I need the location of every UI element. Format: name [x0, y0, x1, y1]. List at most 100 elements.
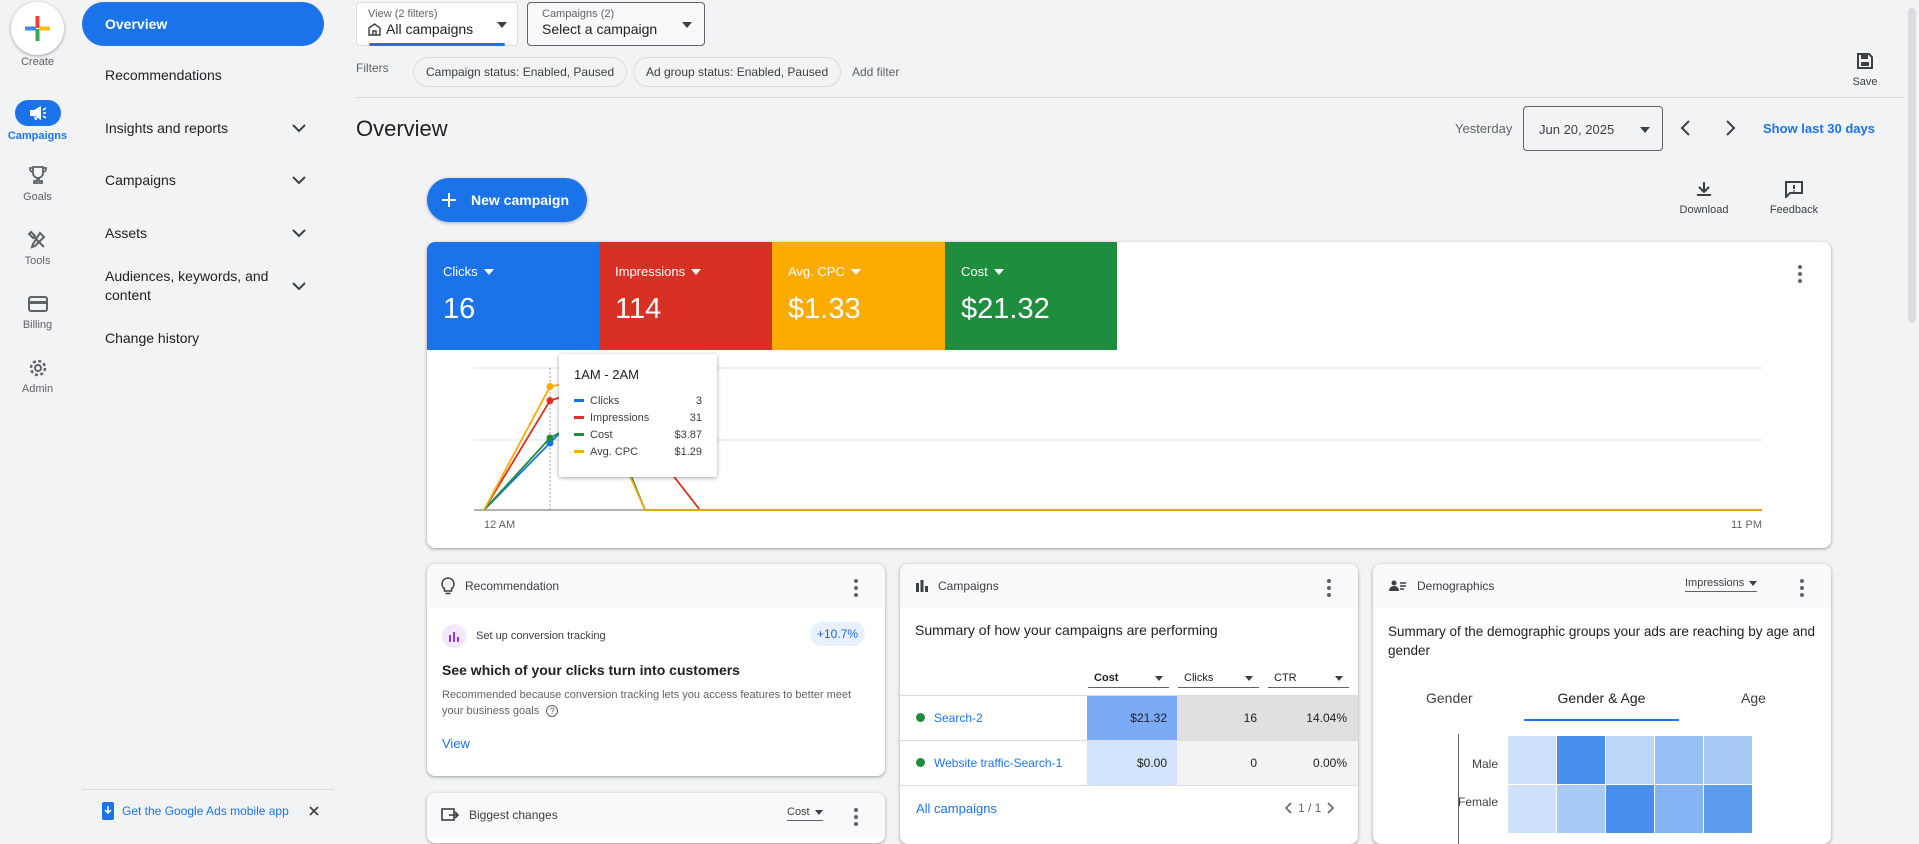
- download-icon: [1697, 182, 1711, 196]
- row-label-female: Female: [1458, 795, 1499, 809]
- filter-chip-ad-group-status[interactable]: Ad group status: Enabled, Paused: [633, 57, 842, 87]
- heatmap-cell[interactable]: [1606, 785, 1654, 833]
- feedback-button[interactable]: Feedback: [1762, 180, 1826, 216]
- show-last-30-days-link[interactable]: Show last 30 days: [1763, 121, 1875, 136]
- previous-period-button[interactable]: [1679, 119, 1693, 137]
- chart-tooltip: 1AM - 2AM Clicks 3 Impressions 31 Cost $3.87 A…: [559, 354, 717, 477]
- filters-label: Filters: [356, 61, 389, 75]
- rail-campaigns-label: Campaigns: [7, 130, 68, 142]
- date-picker[interactable]: Jun 20, 2025: [1523, 106, 1663, 151]
- table-row[interactable]: Search-2 $21.32 16 14.04%: [900, 696, 1358, 740]
- tab-gender-age[interactable]: Gender & Age: [1524, 690, 1679, 706]
- column-header-ctr[interactable]: CTR: [1268, 669, 1349, 688]
- save-button[interactable]: Save: [1844, 52, 1886, 88]
- nav-item-overview[interactable]: Overview: [82, 2, 324, 46]
- heatmap-cell[interactable]: [1557, 736, 1605, 784]
- metric-avg-cpc[interactable]: Avg. CPC $1.33: [772, 242, 945, 350]
- heatmap-cell[interactable]: [1704, 736, 1752, 784]
- recommendation-item: Set up conversion tracking: [476, 630, 606, 642]
- campaign-name-link[interactable]: Search-2: [934, 711, 983, 725]
- more-options-icon[interactable]: [1798, 265, 1802, 286]
- dropdown-arrow-icon: [814, 809, 823, 815]
- more-options-icon[interactable]: [854, 579, 858, 600]
- recommendation-body: Recommended because conversion tracking …: [442, 689, 852, 717]
- metric-clicks[interactable]: Clicks 16: [427, 242, 599, 350]
- plus-icon: [442, 193, 456, 207]
- rail-tools[interactable]: Tools: [0, 229, 75, 267]
- heatmap-cell[interactable]: [1557, 785, 1605, 833]
- rail-admin[interactable]: Admin: [0, 357, 75, 395]
- plus-icon: [25, 16, 50, 41]
- metric-label: Impressions: [615, 264, 686, 279]
- page-title: Overview: [356, 116, 448, 141]
- mobile-app-link[interactable]: Get the Google Ads mobile app: [122, 804, 289, 818]
- nav-item-insights[interactable]: Insights and reports: [82, 113, 324, 143]
- view-recommendation-link[interactable]: View: [442, 736, 470, 751]
- close-icon[interactable]: [309, 806, 319, 816]
- nav-item-change-history[interactable]: Change history: [82, 323, 324, 353]
- card-header: Recommendation: [465, 579, 560, 593]
- chevron-down-icon: [292, 176, 306, 185]
- rail-goals[interactable]: Goals: [0, 165, 75, 203]
- gear-icon: [29, 359, 46, 377]
- dropdown-arrow-icon: [1749, 580, 1758, 586]
- mobile-app-banner[interactable]: Get the Google Ads mobile app: [102, 802, 319, 820]
- help-icon[interactable]: ?: [546, 705, 559, 717]
- rail-campaigns[interactable]: Campaigns: [0, 100, 75, 142]
- dropdown-arrow-icon: [1245, 676, 1253, 681]
- tab-gender[interactable]: Gender: [1426, 690, 1473, 706]
- create-button[interactable]: [11, 2, 64, 55]
- rail-admin-label: Admin: [21, 383, 54, 395]
- chevron-left-icon[interactable]: [1284, 802, 1292, 814]
- tab-age[interactable]: Age: [1741, 690, 1766, 706]
- legend-swatch: [574, 399, 584, 402]
- nav-item-label: Campaigns: [105, 172, 176, 188]
- card-header: Demographics: [1417, 579, 1495, 593]
- chevron-right-icon[interactable]: [1327, 802, 1335, 814]
- new-campaign-button[interactable]: New campaign: [427, 178, 587, 222]
- x-tick-label: 11 PM: [1731, 519, 1762, 531]
- campaign-select[interactable]: Campaigns (2) Select a campaign: [527, 2, 705, 46]
- nav-item-campaigns[interactable]: Campaigns: [82, 165, 324, 195]
- heatmap-cell[interactable]: [1704, 785, 1752, 833]
- heatmap-cell[interactable]: [1606, 736, 1654, 784]
- heatmap-cell[interactable]: [1508, 785, 1556, 833]
- nav-item-label: Change history: [105, 330, 200, 346]
- campaign-name-link[interactable]: Website traffic-Search-1: [934, 756, 1062, 770]
- more-options-icon[interactable]: [1800, 579, 1804, 600]
- metric-select[interactable]: Cost: [787, 806, 823, 821]
- rail-goals-label: Goals: [23, 191, 52, 203]
- nav-item-assets[interactable]: Assets: [82, 218, 324, 248]
- chevron-down-icon: [292, 124, 306, 133]
- more-options-icon[interactable]: [854, 808, 858, 829]
- metric-cost[interactable]: Cost $21.32: [945, 242, 1117, 350]
- metric-impressions[interactable]: Impressions 114: [599, 242, 772, 350]
- table-row[interactable]: Website traffic-Search-1 $0.00 0 0.00%: [900, 741, 1358, 785]
- recommendation-card: Recommendation Set up conversion trackin…: [427, 564, 885, 776]
- filter-chip-campaign-status[interactable]: Campaign status: Enabled, Paused: [413, 57, 628, 87]
- view-filter-select[interactable]: View (2 filters) All campaigns: [356, 2, 518, 46]
- heatmap-cell[interactable]: [1655, 736, 1703, 784]
- heatmap-cell[interactable]: [1508, 736, 1556, 784]
- nav-item-label: Recommendations: [105, 67, 222, 83]
- nav-item-label: Insights and reports: [105, 120, 228, 136]
- all-campaigns-link[interactable]: All campaigns: [916, 801, 997, 816]
- scrollbar[interactable]: [1905, 0, 1919, 829]
- nav-item-audiences[interactable]: Audiences, keywords, and content: [82, 266, 324, 306]
- tooltip-series-value: $3.87: [674, 428, 702, 441]
- download-button[interactable]: Download: [1672, 180, 1736, 216]
- heatmap-cell[interactable]: [1655, 785, 1703, 833]
- scrollbar-thumb[interactable]: [1908, 8, 1916, 323]
- rail-billing[interactable]: Billing: [0, 293, 75, 331]
- nav-item-recommendations[interactable]: Recommendations: [82, 60, 324, 90]
- dropdown-arrow-icon: [483, 268, 494, 275]
- next-period-button[interactable]: [1723, 119, 1737, 137]
- phone-icon: [102, 802, 114, 820]
- add-filter-button[interactable]: Add filter: [852, 65, 899, 79]
- metric-label: Avg. CPC: [788, 264, 845, 279]
- more-options-icon[interactable]: [1327, 579, 1331, 600]
- save-icon: [1857, 53, 1873, 69]
- column-header-clicks[interactable]: Clicks: [1178, 669, 1259, 688]
- metric-select[interactable]: Impressions: [1685, 577, 1758, 592]
- column-header-cost[interactable]: Cost: [1088, 669, 1169, 688]
